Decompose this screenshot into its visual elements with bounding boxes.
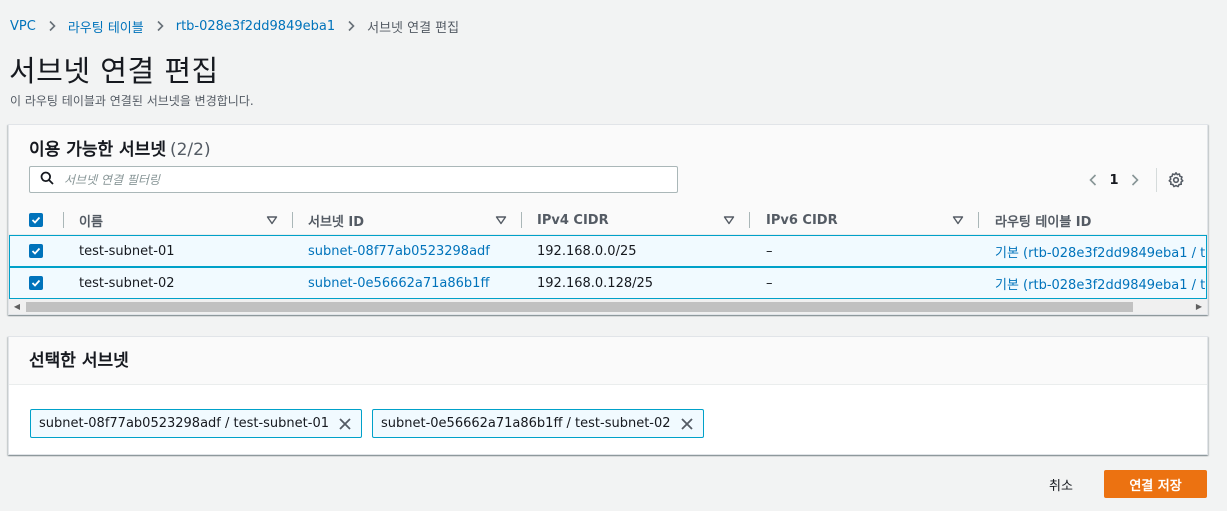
page-description: 이 라우팅 테이블과 연결된 서브넷을 변경합니다. (10, 94, 254, 108)
page-number[interactable]: 1 (1104, 173, 1124, 188)
horizontal-scrollbar[interactable]: ◀ ▶ (9, 299, 1207, 314)
cell-ipv4: 192.168.0.0/25 (537, 243, 637, 259)
cell-name: test-subnet-02 (79, 275, 175, 291)
pagination: 1 (1082, 168, 1187, 192)
next-page-button[interactable] (1124, 169, 1146, 191)
cell-name: test-subnet-01 (79, 243, 175, 259)
chevron-right-icon (1131, 174, 1139, 186)
settings-button[interactable] (1165, 169, 1187, 191)
cancel-button[interactable]: 취소 (1036, 471, 1086, 497)
panel-title: 이용 가능한 서브넷 (2/2) (29, 135, 211, 160)
cell-route-table-link[interactable]: 기본 (rtb-028e3f2dd9849eba1 / t (995, 268, 1205, 298)
row-checkbox[interactable] (29, 236, 43, 266)
column-divider (978, 212, 979, 228)
scroll-left-icon[interactable]: ◀ (9, 299, 25, 314)
column-header-name[interactable]: 이름 (79, 205, 103, 235)
check-icon (31, 216, 41, 224)
check-icon (31, 247, 41, 255)
check-icon (31, 279, 41, 287)
sort-icon[interactable] (495, 214, 507, 226)
token-group: subnet-08f77ab0523298adf / test-subnet-0… (30, 409, 704, 438)
sort-icon[interactable] (266, 214, 278, 226)
column-divider (749, 212, 750, 228)
checkbox[interactable] (29, 213, 43, 227)
panel-title: 선택한 서브넷 (29, 351, 129, 371)
breadcrumb-route-table-id[interactable]: rtb-028e3f2dd9849eba1 (176, 19, 335, 34)
chevron-right-icon (335, 20, 367, 32)
selected-subnet-token: subnet-0e56662a71a86b1ff / test-subnet-0… (372, 409, 704, 438)
token-label: subnet-08f77ab0523298adf / test-subnet-0… (39, 416, 329, 431)
column-header-subnet-id[interactable]: 서브넷 ID (308, 205, 364, 235)
breadcrumb-route-tables[interactable]: 라우팅 테이블 (68, 17, 144, 36)
column-header-route-table[interactable]: 라우팅 테이블 ID (995, 205, 1091, 235)
panel-title-text: 이용 가능한 서브넷 (29, 140, 166, 160)
cell-subnet-id-link[interactable]: subnet-0e56662a71a86b1ff (308, 268, 489, 298)
breadcrumb: VPC 라우팅 테이블 rtb-028e3f2dd9849eba1 서브넷 연결… (10, 16, 459, 36)
select-all-checkbox[interactable] (29, 205, 43, 235)
scroll-right-icon[interactable]: ▶ (1191, 299, 1207, 314)
panel-count: (2/2) (169, 140, 211, 160)
sort-icon[interactable] (723, 214, 735, 226)
token-label: subnet-0e56662a71a86b1ff / test-subnet-0… (381, 416, 671, 431)
column-divider (292, 212, 293, 228)
scrollbar-thumb[interactable] (26, 302, 1133, 312)
cell-ipv6: – (766, 275, 773, 291)
column-divider (63, 212, 64, 228)
table-header: 이름 서브넷 ID IPv4 CIDR IPv6 CIDR 라우팅 테이블 ID (9, 205, 1207, 235)
divider (1156, 168, 1157, 192)
gear-icon (1168, 172, 1184, 188)
checkbox[interactable] (29, 244, 43, 258)
available-subnets-panel: 이용 가능한 서브넷(2/2) 1 이름 서브넷 ID IPv4 CIDR (8, 124, 1208, 315)
cell-ipv4: 192.168.0.128/25 (537, 275, 654, 291)
table-row[interactable]: test-subnet-01 subnet-08f77ab0523298adf … (9, 235, 1207, 267)
search-icon (30, 170, 54, 189)
column-header-ipv4[interactable]: IPv4 CIDR (537, 205, 609, 235)
table-row[interactable]: test-subnet-02 subnet-0e56662a71a86b1ff … (9, 267, 1207, 299)
remove-token-button[interactable] (677, 414, 697, 434)
selected-subnet-token: subnet-08f77ab0523298adf / test-subnet-0… (30, 409, 362, 438)
filter-input[interactable] (64, 167, 677, 192)
close-icon (680, 417, 693, 430)
column-divider (521, 212, 522, 228)
column-header-ipv6[interactable]: IPv6 CIDR (766, 205, 838, 235)
close-icon (339, 417, 351, 430)
panel-header: 선택한 서브넷 (9, 337, 1207, 385)
subnets-table: 이름 서브넷 ID IPv4 CIDR IPv6 CIDR 라우팅 테이블 ID… (9, 205, 1207, 299)
breadcrumb-current: 서브넷 연결 편집 (367, 20, 460, 36)
chevron-left-icon (1089, 174, 1097, 186)
row-checkbox[interactable] (29, 268, 43, 298)
checkbox[interactable] (29, 276, 43, 290)
chevron-right-icon (36, 20, 68, 32)
cell-route-table-link[interactable]: 기본 (rtb-028e3f2dd9849eba1 / t (995, 236, 1205, 266)
cell-subnet-id-link[interactable]: subnet-08f77ab0523298adf (308, 236, 490, 266)
panel-header: 이용 가능한 서브넷(2/2) 1 (9, 125, 1207, 210)
page-title: 서브넷 연결 편집 (9, 54, 219, 88)
sort-icon[interactable] (952, 214, 964, 226)
breadcrumb-vpc[interactable]: VPC (10, 19, 36, 34)
filter-field[interactable] (29, 166, 678, 193)
cell-ipv6: – (766, 243, 773, 259)
selected-subnets-panel: 선택한 서브넷 subnet-08f77ab0523298adf / test-… (8, 336, 1208, 455)
chevron-right-icon (144, 20, 176, 32)
previous-page-button[interactable] (1082, 169, 1104, 191)
remove-token-button[interactable] (335, 414, 355, 434)
save-associations-button[interactable]: 연결 저장 (1104, 470, 1207, 498)
